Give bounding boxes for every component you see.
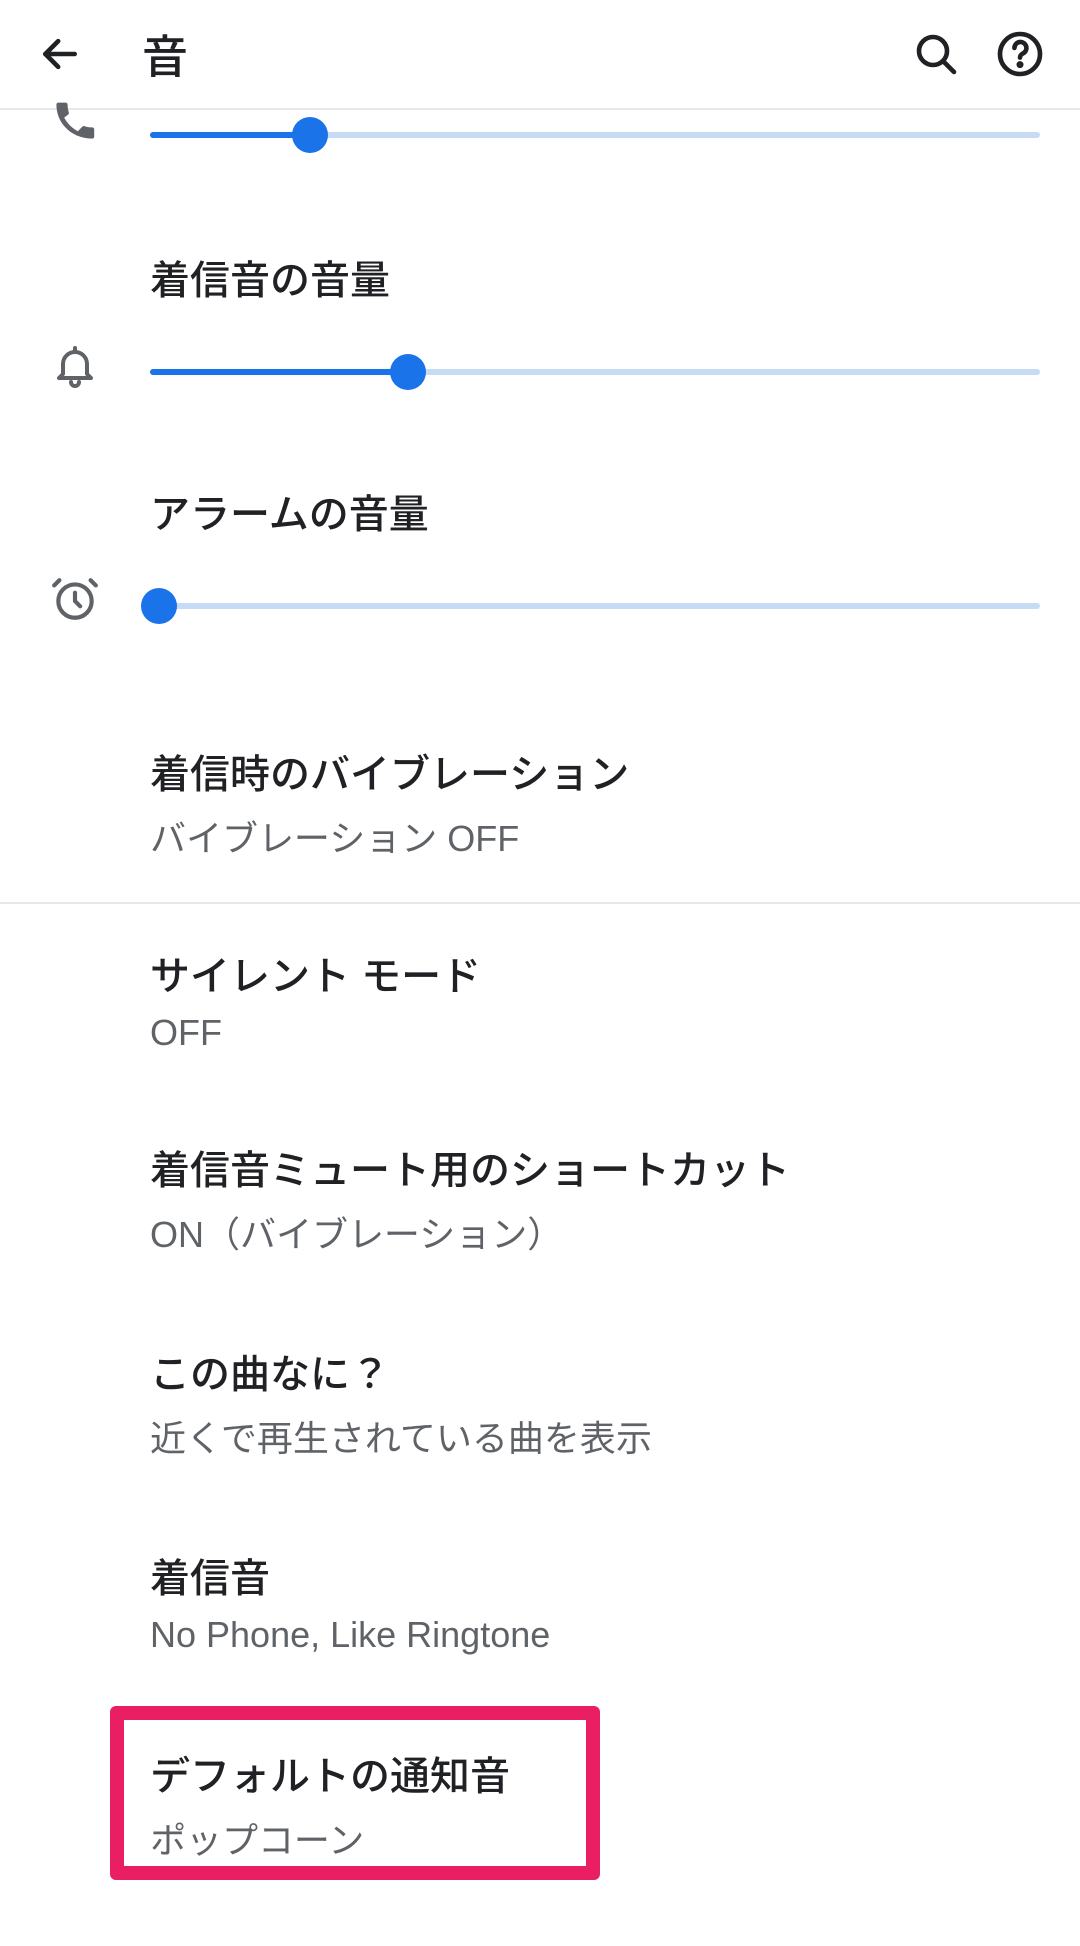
now-playing-subtitle: 近くで再生されている曲を表示 — [150, 1410, 1040, 1462]
phone-icon — [51, 96, 99, 144]
alarm-volume-row: アラームの音量 — [0, 482, 1080, 652]
now-playing-item[interactable]: この曲なに？ 近くで再生されている曲を表示 — [0, 1312, 1080, 1492]
vibration-title: 着信時のバイブレーション — [150, 742, 1040, 800]
slider-track-fill — [150, 369, 408, 375]
back-button[interactable] — [18, 12, 102, 96]
search-icon — [912, 30, 960, 78]
vibration-item[interactable]: 着信時のバイブレーション バイブレーション OFF — [0, 712, 1080, 902]
slider-thumb[interactable] — [141, 588, 177, 624]
ringtone-title: 着信音 — [150, 1546, 1040, 1604]
ring-volume-row: 着信音の音量 — [0, 248, 1080, 418]
ringtone-subtitle: No Phone, Like Ringtone — [150, 1614, 1040, 1656]
notification-sound-title: デフォルトの通知音 — [150, 1744, 1040, 1802]
silent-mode-subtitle: OFF — [150, 1012, 1040, 1054]
silent-mode-item[interactable]: サイレント モード OFF — [0, 904, 1080, 1084]
ring-volume-label: 着信音の音量 — [150, 248, 1040, 306]
vibration-subtitle: バイブレーション OFF — [150, 810, 1040, 862]
slider-track-fill — [150, 132, 310, 138]
call-volume-row — [0, 92, 1080, 178]
page-title: 音 — [142, 21, 894, 87]
mute-shortcut-title: 着信音ミュート用のショートカット — [150, 1138, 1040, 1196]
alarm-volume-slider[interactable] — [150, 586, 1040, 626]
ring-volume-slider[interactable] — [150, 352, 1040, 392]
arrow-back-icon — [38, 32, 82, 76]
alarm-volume-label: アラームの音量 — [150, 482, 1040, 540]
bell-icon — [51, 342, 99, 390]
notification-sound-subtitle: ポップコーン — [150, 1812, 1040, 1864]
notification-sound-wrapper: デフォルトの通知音 ポップコーン — [0, 1710, 1080, 1898]
help-button[interactable] — [978, 12, 1062, 96]
slider-thumb[interactable] — [292, 117, 328, 153]
alarm-icon — [50, 574, 100, 624]
notification-sound-item[interactable]: デフォルトの通知音 ポップコーン — [0, 1710, 1080, 1898]
mute-shortcut-item[interactable]: 着信音ミュート用のショートカット ON（バイブレーション） — [0, 1108, 1080, 1288]
silent-mode-title: サイレント モード — [150, 944, 1040, 1002]
slider-track-bg — [150, 603, 1040, 609]
slider-thumb[interactable] — [390, 354, 426, 390]
call-volume-slider[interactable] — [150, 115, 1040, 155]
ringtone-item[interactable]: 着信音 No Phone, Like Ringtone — [0, 1516, 1080, 1686]
mute-shortcut-subtitle: ON（バイブレーション） — [150, 1206, 1040, 1258]
now-playing-title: この曲なに？ — [150, 1342, 1040, 1400]
help-icon — [996, 30, 1044, 78]
search-button[interactable] — [894, 12, 978, 96]
